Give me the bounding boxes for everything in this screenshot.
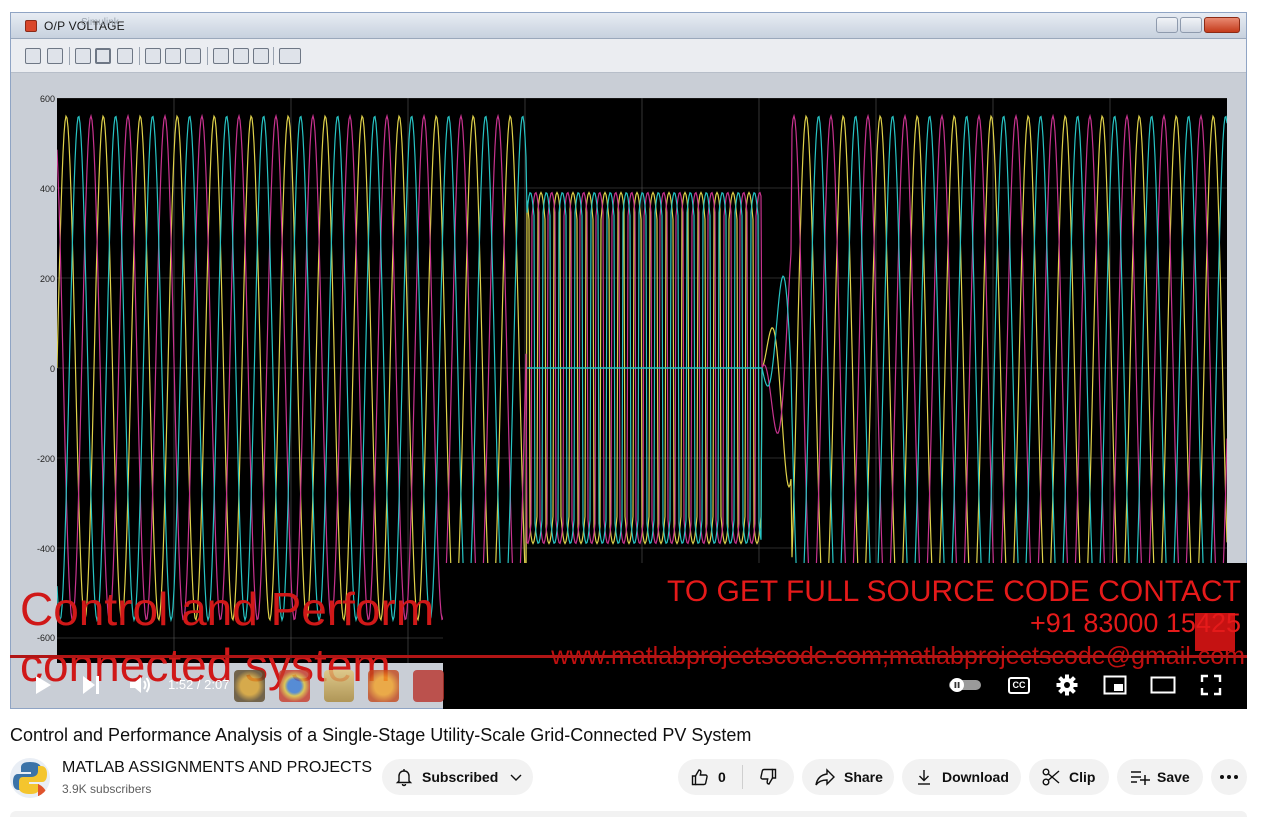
- y-tick: -200: [36, 454, 55, 464]
- bell-icon: [395, 769, 413, 787]
- gear-icon: [1056, 674, 1078, 696]
- maximize-icon: [1180, 17, 1202, 33]
- acrobat-icon: [413, 670, 444, 702]
- taskbar-app-icon: [234, 670, 265, 702]
- scissors-icon: [1042, 768, 1060, 786]
- zoom-y-icon: [117, 48, 133, 64]
- more-horizontal-icon: [1220, 775, 1238, 779]
- save-label: Save: [1157, 769, 1190, 785]
- fullscreen-icon: [1200, 674, 1222, 696]
- folder-icon: [323, 670, 355, 702]
- volume-button[interactable]: [126, 673, 154, 697]
- thumbs-up-icon: [691, 769, 708, 786]
- download-button[interactable]: Download: [902, 759, 1021, 795]
- overlay-title-line1: Control and Perform: [20, 583, 435, 635]
- autoscale-icon: [145, 48, 161, 64]
- clip-button[interactable]: Clip: [1029, 759, 1109, 795]
- theater-icon: [1150, 676, 1176, 694]
- subscribed-label: Subscribed: [422, 769, 499, 785]
- like-dislike-group: 0: [678, 759, 794, 795]
- subscribed-button[interactable]: Subscribed: [382, 759, 533, 795]
- python-logo-icon: [10, 758, 50, 798]
- more-actions-button[interactable]: [1211, 759, 1247, 795]
- overlay-contact-phone: +91 83000 15425: [1030, 608, 1241, 638]
- lock-icon: [233, 48, 249, 64]
- fullscreen-button[interactable]: [1198, 673, 1224, 697]
- restore-axes-icon: [185, 48, 201, 64]
- volume-icon: [130, 677, 150, 693]
- scope-title-bar: O/P VOLTAGE Simulink: [11, 13, 1246, 39]
- channel-name[interactable]: MATLAB ASSIGNMENTS AND PROJECTS: [62, 759, 372, 777]
- chevron-down-icon: [510, 774, 522, 781]
- like-count: 0: [718, 769, 726, 785]
- signal-select-icon: [253, 48, 269, 64]
- y-tick: 200: [39, 274, 55, 284]
- share-button[interactable]: Share: [802, 759, 894, 795]
- channel-avatar[interactable]: [10, 758, 50, 798]
- miniplayer-icon: [1103, 675, 1127, 695]
- float-icon: [213, 48, 229, 64]
- progress-bar[interactable]: [10, 655, 1247, 658]
- settings-button[interactable]: [1054, 673, 1080, 697]
- download-icon: [918, 770, 930, 785]
- firefox-icon: [368, 670, 400, 702]
- theater-mode-button[interactable]: [1150, 673, 1176, 697]
- scope-ghost-title: Simulink: [81, 17, 119, 28]
- add-to-playlist-icon: [1131, 771, 1150, 785]
- scope-toolbar: [11, 39, 1246, 73]
- dislike-button[interactable]: [743, 759, 793, 795]
- print-icon: [25, 48, 41, 64]
- embedded-taskbar: [234, 666, 444, 706]
- share-icon: [815, 768, 835, 786]
- close-icon: [1204, 17, 1240, 33]
- autoplay-toggle[interactable]: [948, 673, 982, 697]
- legend-icon: [279, 48, 301, 64]
- zoom-x-icon: [95, 48, 111, 64]
- description-box[interactable]: [10, 811, 1247, 817]
- save-axes-icon: [165, 48, 181, 64]
- parameters-icon: [47, 48, 63, 64]
- next-button[interactable]: [78, 673, 104, 697]
- like-button[interactable]: 0: [678, 759, 742, 795]
- captions-icon: CC: [1008, 676, 1030, 694]
- zoom-icon: [75, 48, 91, 64]
- video-player[interactable]: O/P VOLTAGE Simulink 600 400 200 0 -200 …: [10, 12, 1247, 709]
- share-label: Share: [844, 769, 883, 785]
- play-icon: [36, 676, 51, 694]
- download-label: Download: [942, 769, 1009, 785]
- miniplayer-button[interactable]: [1102, 673, 1128, 697]
- chrome-icon: [278, 670, 310, 702]
- player-controls: 1:52 / 2:07 CC: [10, 662, 1247, 709]
- minimize-icon: [1156, 17, 1178, 33]
- play-button[interactable]: [30, 673, 56, 697]
- overlay-contact-line1: TO GET FULL SOURCE CODE CONTACT: [667, 575, 1241, 608]
- matlab-icon: [25, 20, 37, 32]
- time-display: 1:52 / 2:07: [168, 677, 230, 692]
- y-tick: 600: [39, 94, 55, 104]
- y-tick: -400: [36, 544, 55, 554]
- autoplay-icon: [949, 678, 981, 692]
- captions-button[interactable]: CC: [1006, 673, 1032, 697]
- next-icon: [83, 676, 99, 694]
- video-title: Control and Performance Analysis of a Si…: [10, 725, 752, 745]
- y-tick: 0: [49, 364, 55, 374]
- clip-label: Clip: [1069, 769, 1096, 785]
- thumbs-down-icon: [760, 768, 777, 785]
- save-button[interactable]: Save: [1117, 759, 1203, 795]
- y-tick: 400: [39, 184, 55, 194]
- subscriber-count: 3.9K subscribers: [62, 782, 152, 796]
